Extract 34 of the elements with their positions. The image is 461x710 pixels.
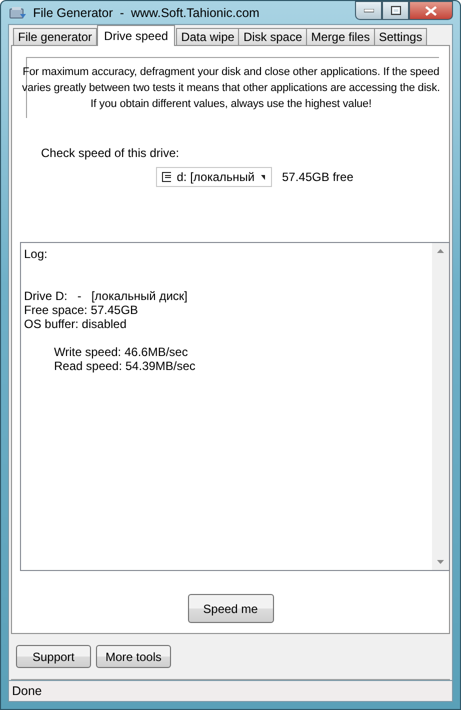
log-line: Write speed: 46.6MB/sec [54, 345, 189, 359]
tab[interactable]: Data wipe [176, 28, 240, 45]
window-title: File Generator - www.Soft.Tahionic.com [33, 6, 260, 20]
close-icon [425, 6, 437, 16]
tab[interactable]: Drive speed [97, 25, 176, 46]
scrollbar[interactable] [432, 243, 449, 570]
log-line: Log: [24, 247, 48, 261]
tab[interactable]: Settings [374, 28, 428, 45]
caret-icon [260, 174, 265, 180]
down-arrow-icon [437, 560, 444, 564]
close-button[interactable] [409, 1, 453, 20]
drive-label: Check speed of this drive: [41, 146, 180, 160]
support-button[interactable]: Support [16, 645, 91, 668]
notice-text: For maximum accuracy, defragment your disk and close other applications. If the speed varies greatly between two tests it means that other applications are accessing the disk. If you obtain different values, always use the highest value! [21, 65, 441, 112]
more-tools-button[interactable]: More tools [96, 645, 171, 668]
tab[interactable]: Merge files [306, 28, 375, 45]
drive-dropdown[interactable]: d: [локальный [156, 167, 272, 187]
speed-button[interactable]: Speed me [188, 594, 274, 623]
log-line: Read speed: 54.39MB/sec [54, 359, 196, 373]
minimize-button[interactable] [355, 1, 382, 20]
maximize-icon [390, 6, 400, 15]
status-text: Done [8, 681, 453, 702]
maximize-button[interactable] [382, 1, 409, 20]
free-space-text: 57.45GB free [282, 170, 354, 184]
tab[interactable]: File generator [13, 28, 98, 45]
log-line: Free space: 57.45GB [24, 303, 140, 317]
up-arrow-icon [437, 249, 444, 253]
tab[interactable]: Disk space [238, 28, 308, 45]
log-line: OS buffer: disabled [24, 317, 128, 331]
drive-icon [162, 172, 171, 182]
log-area[interactable]: Log: Drive D: - [локальный диск] Free space: 57.45GB OS buffer: disabled Write speed: 46.6MB/sec Read speed: 54.39MB/sec [20, 242, 450, 571]
app-icon [9, 6, 27, 20]
log-line: Drive D: - [локальный диск] [24, 289, 188, 303]
minimize-icon [364, 8, 374, 12]
